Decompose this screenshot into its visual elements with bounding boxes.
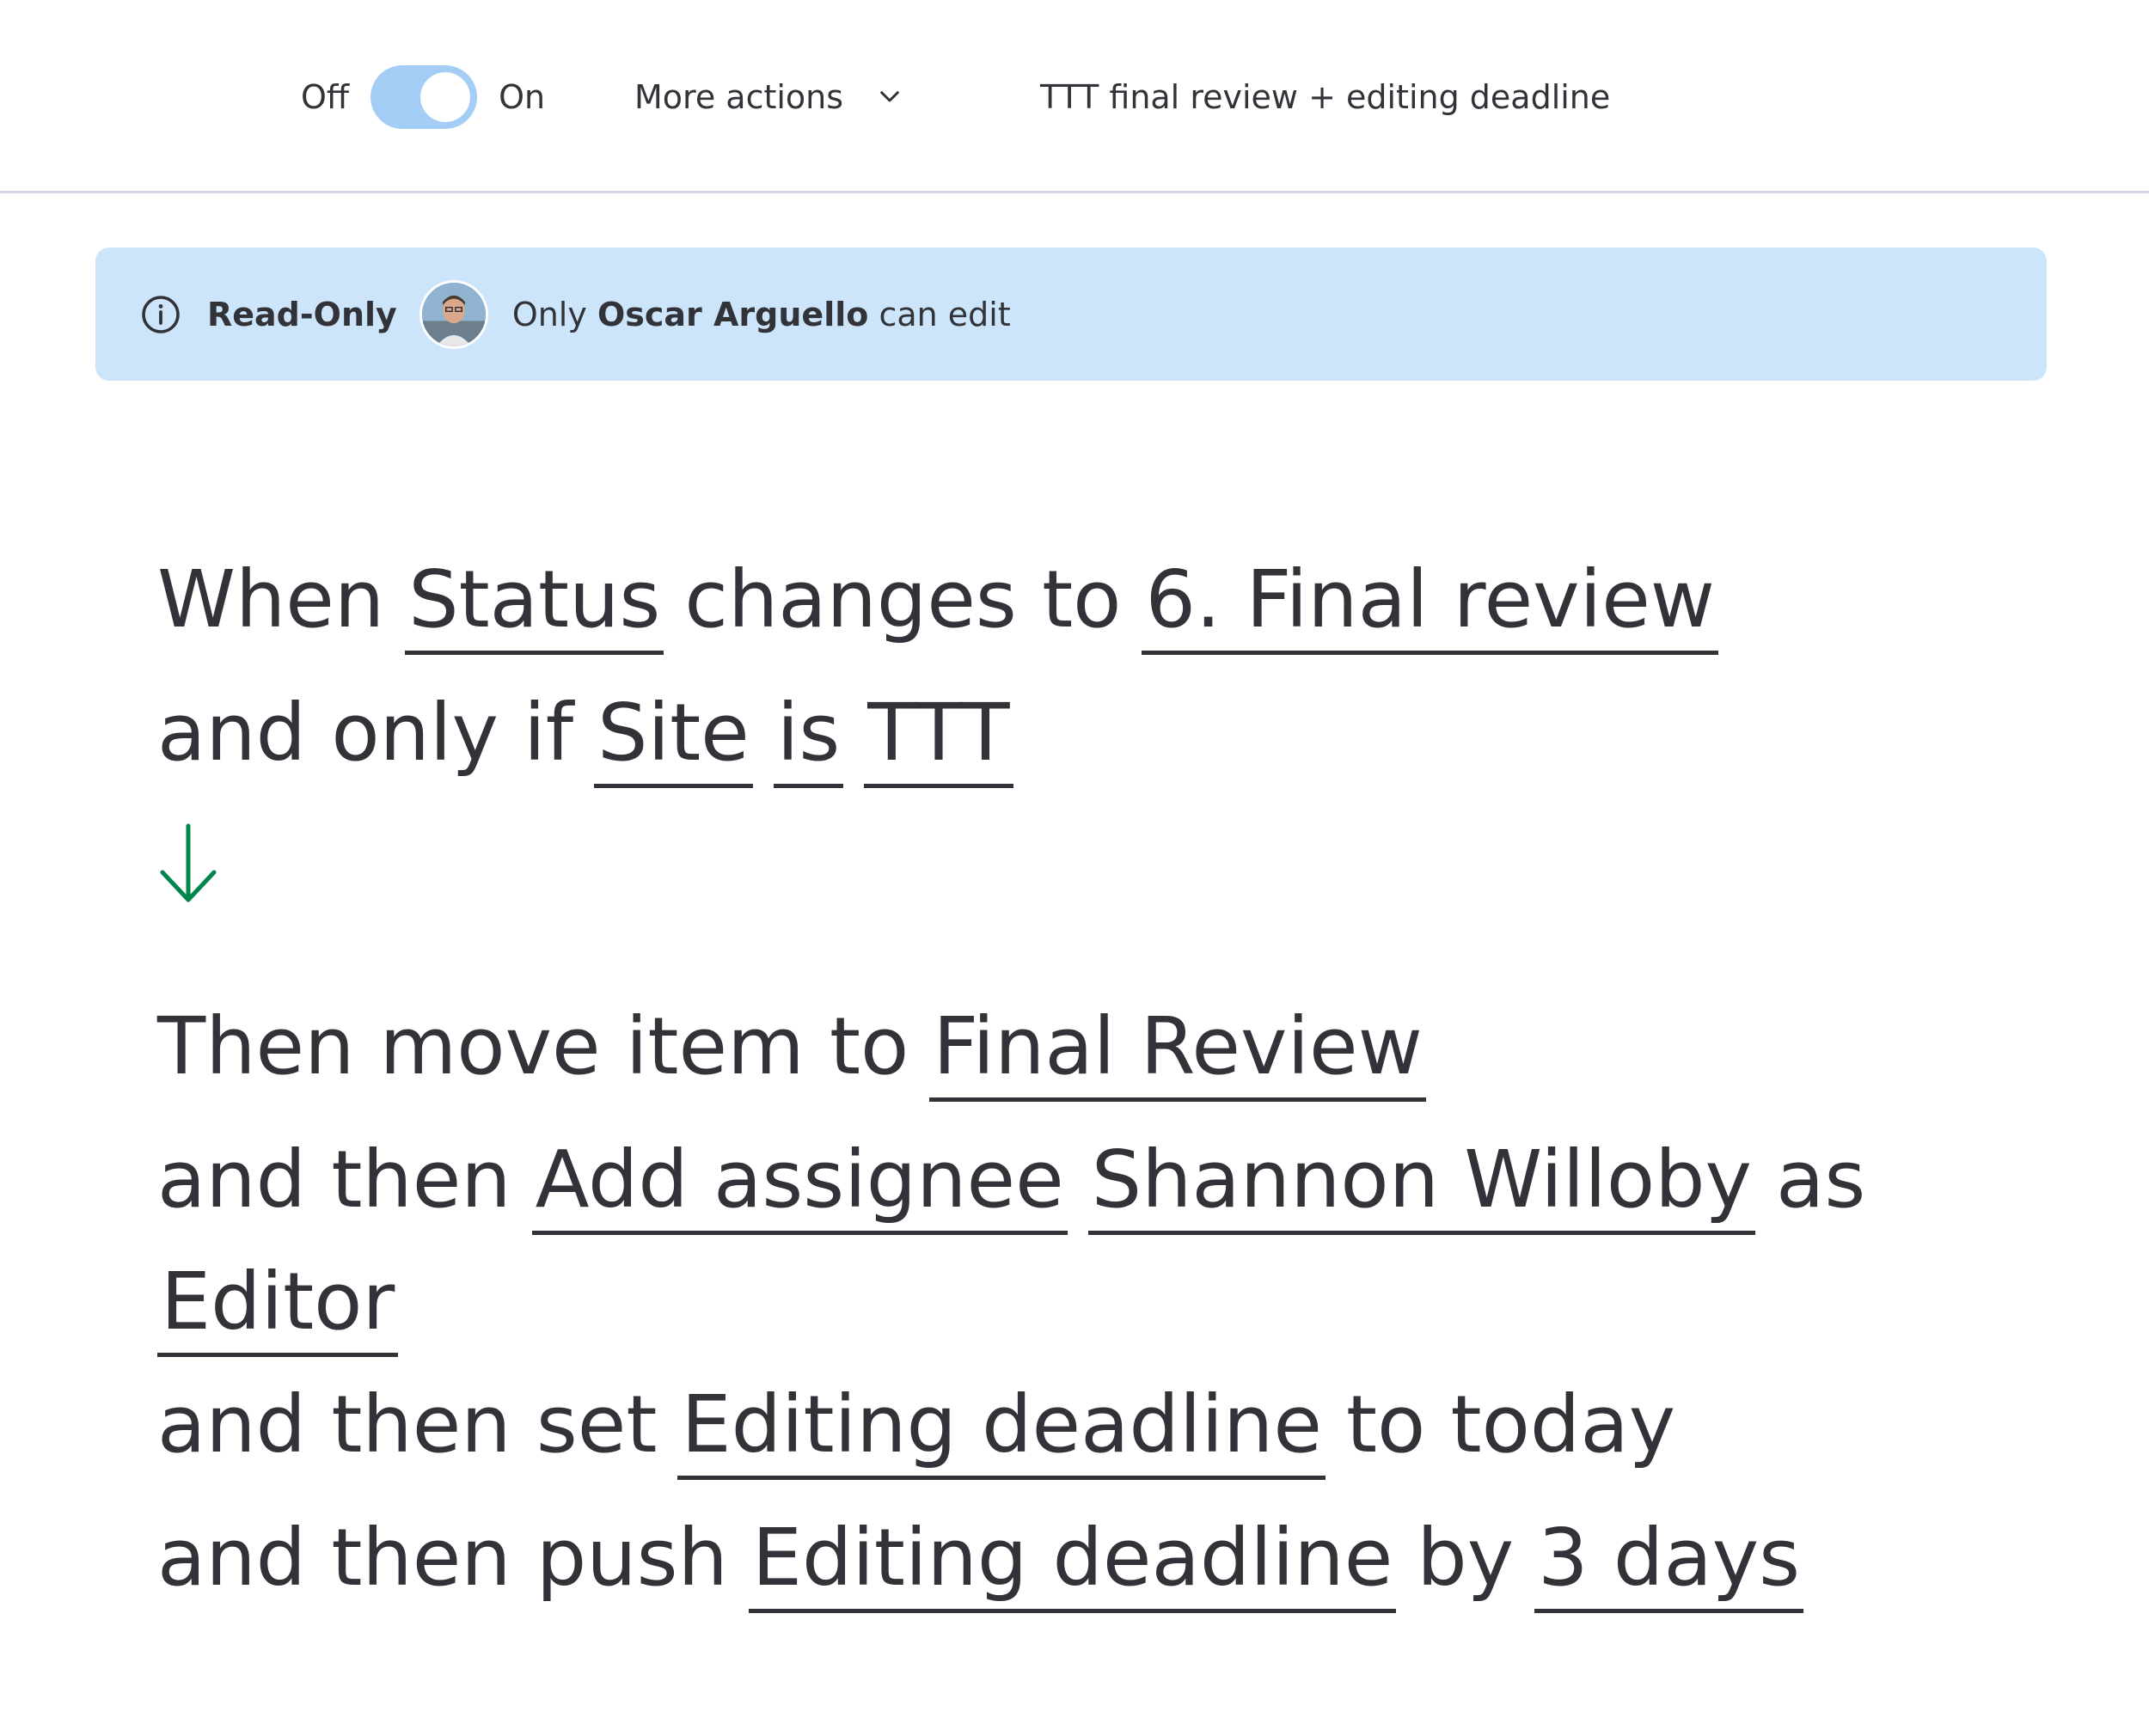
automation-toggle[interactable] (370, 64, 478, 129)
trigger-when-text: When (157, 553, 385, 645)
action-set-column-field[interactable]: Editing deadline (677, 1374, 1326, 1480)
info-icon (142, 295, 180, 333)
automation-recipe: When Status changes to 6. Final review and … (157, 533, 2091, 1624)
action-push-text: and then push (157, 1512, 728, 1604)
avatar-portrait (421, 282, 486, 346)
action-push-column-field[interactable]: Editing deadline (748, 1507, 1397, 1613)
trigger-value-field[interactable]: 6. Final review (1142, 549, 1719, 655)
action-push-line: and then push Editing deadline by 3 days (157, 1491, 2091, 1624)
banner-message: Only Oscar Arguello can edit (512, 296, 1011, 333)
action-set-value-text: to today (1345, 1378, 1676, 1470)
action-assignee-line: and then Add assignee Shannon Willoby as (157, 1113, 2091, 1246)
arrow-down-icon (160, 823, 217, 902)
read-only-label: Read-Only (207, 295, 397, 333)
trigger-column-field[interactable]: Status (405, 549, 664, 655)
action-group-field[interactable]: Final Review (929, 996, 1426, 1102)
action-move-line: Then move item to Final Review (157, 980, 2091, 1113)
action-as-text: as (1776, 1134, 1866, 1226)
action-assignee-field[interactable]: Add assignee (531, 1129, 1068, 1235)
action-move-text: Then move item to (157, 1000, 909, 1092)
trigger-changes-text: changes to (684, 553, 1122, 645)
action-role-line: Editor (157, 1246, 2091, 1358)
more-actions-label: More actions (634, 77, 844, 116)
automation-toggle-group: Off On (301, 64, 545, 129)
action-assignee-text: and then (157, 1134, 511, 1226)
condition-line: and only if Site is TTT (157, 666, 2091, 799)
top-bar: Off On More actions TTT final review + e… (0, 0, 2149, 193)
read-only-banner: Read-Only Only Oscar Arguello can edit (95, 248, 2047, 381)
condition-operator-field[interactable]: is (773, 682, 844, 788)
condition-column-field[interactable]: Site (594, 682, 753, 788)
chevron-down-icon (880, 90, 899, 101)
automation-title: TTT final review + editing deadline (1040, 77, 1611, 116)
toggle-on-label: On (499, 77, 546, 116)
toggle-off-label: Off (301, 77, 350, 116)
banner-prefix: Only (511, 295, 587, 333)
avatar (419, 279, 488, 349)
condition-text: and only if (157, 687, 574, 779)
condition-value-field[interactable]: TTT (864, 682, 1013, 788)
action-set-line: and then set Editing deadline to today (157, 1358, 2091, 1491)
banner-owner-name: Oscar Arguello (597, 295, 869, 333)
more-actions-button[interactable]: More actions (634, 64, 903, 129)
action-set-text: and then set (157, 1378, 658, 1470)
trigger-line: When Status changes to 6. Final review (157, 533, 2091, 666)
toggle-knob (420, 71, 471, 122)
action-by-text: by (1417, 1512, 1515, 1604)
action-role-field[interactable]: Editor (157, 1251, 399, 1357)
action-push-amount-field[interactable]: 3 days (1534, 1507, 1804, 1613)
arrow-row (157, 799, 2091, 980)
action-person-field[interactable]: Shannon Willoby (1087, 1129, 1756, 1235)
banner-suffix: can edit (879, 295, 1011, 333)
